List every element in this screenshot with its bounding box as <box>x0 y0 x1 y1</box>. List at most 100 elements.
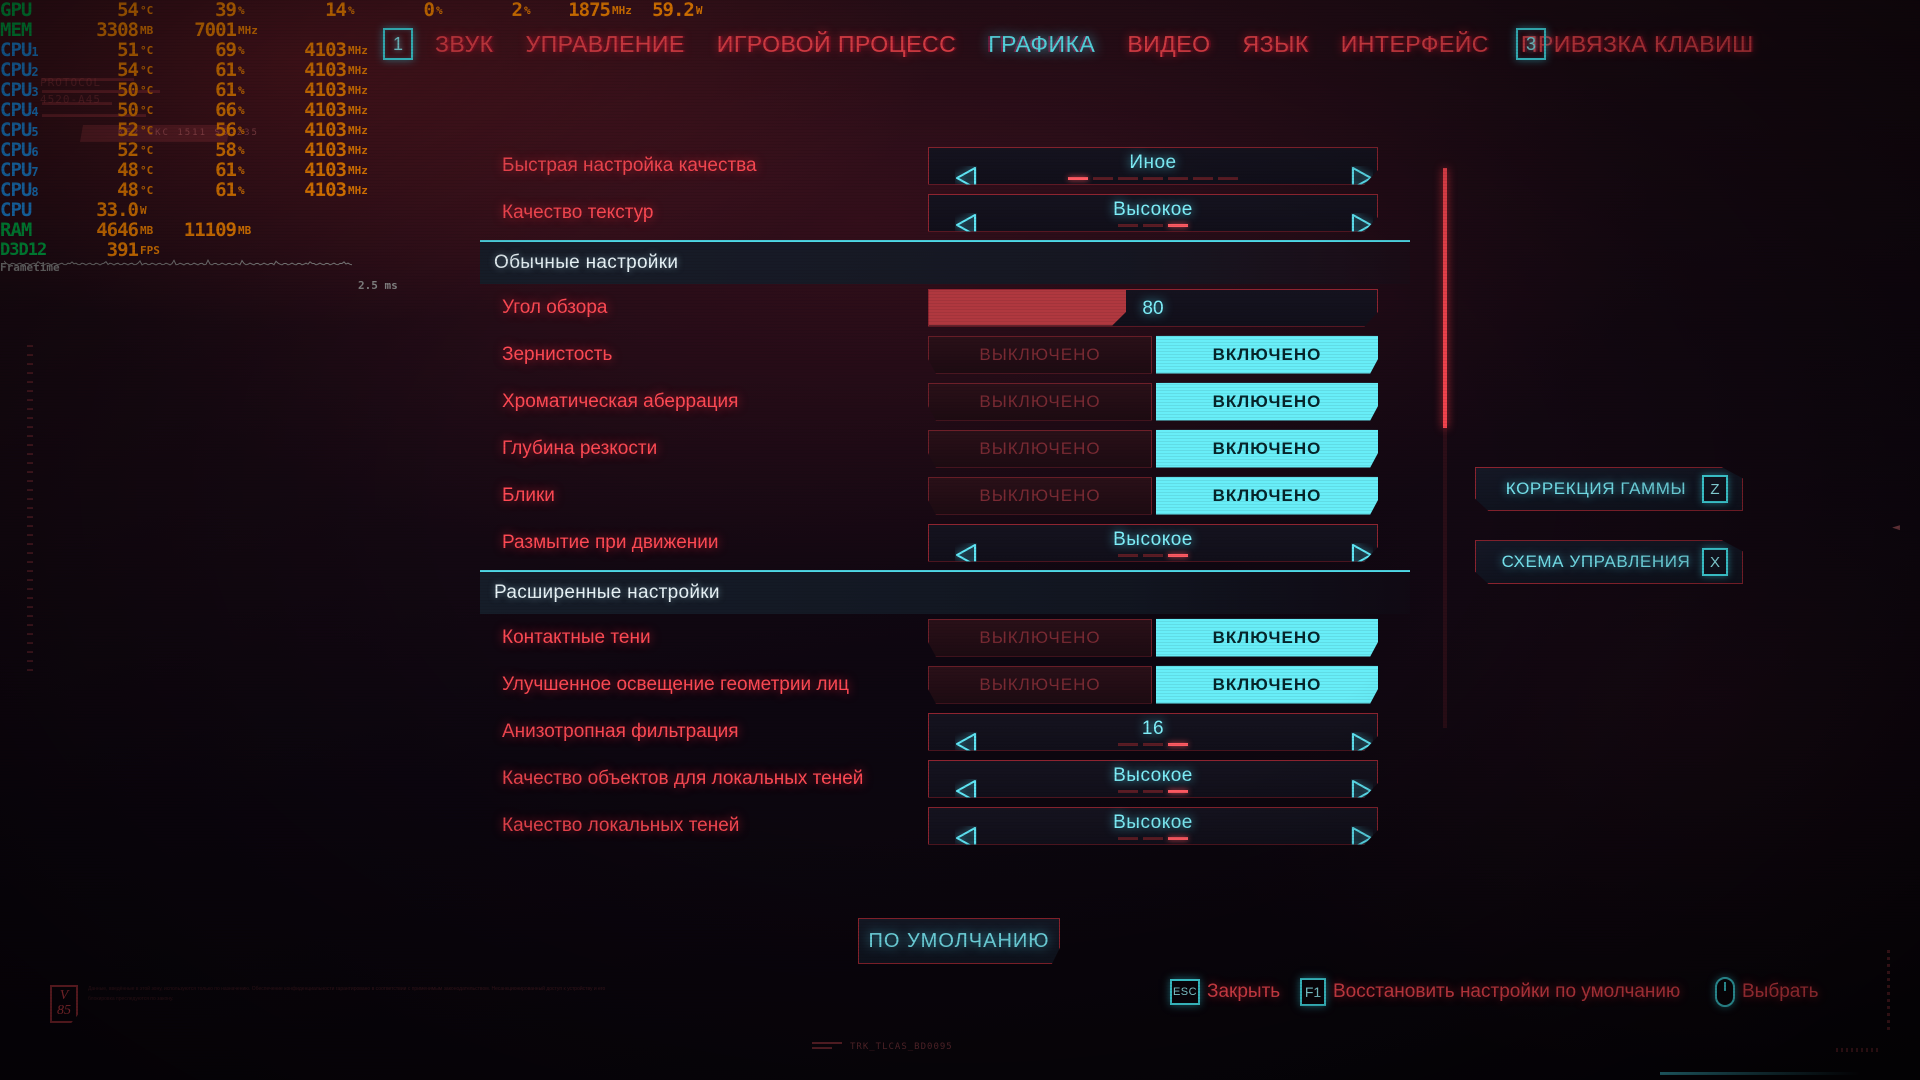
overlay-unit: MHz <box>612 3 632 17</box>
setting-control[interactable]: ВЫКЛЮЧЕНО ВКЛЮЧЕНО <box>928 335 1378 374</box>
nav-tab-5[interactable]: ЯЗЫК <box>1243 31 1309 58</box>
footer-hint-1[interactable]: F1 Восстановить настройки по умолчанию <box>1300 978 1680 1006</box>
overlay-unit: % <box>348 3 355 17</box>
overlay-row: CPU7 48 °C 61% 4103 MHz <box>0 160 720 180</box>
overlay-row-label: CPU1 <box>0 38 39 61</box>
setting-control[interactable]: ВЫКЛЮЧЕНО ВКЛЮЧЕНО <box>928 382 1378 421</box>
overlay-value: 33.0 <box>96 198 139 221</box>
overlay-unit: W <box>695 3 703 17</box>
toggle-option-on[interactable]: ВКЛЮЧЕНО <box>1156 665 1378 704</box>
toggle-option-on[interactable]: ВКЛЮЧЕНО <box>1156 618 1378 657</box>
nav-tab-4[interactable]: ВИДЕО <box>1127 31 1210 58</box>
overlay-value: 4103 <box>304 138 347 161</box>
spinner-segment <box>1093 176 1113 180</box>
setting-control[interactable]: ВЫКЛЮЧЕНО ВКЛЮЧЕНО <box>928 618 1378 657</box>
overlay-unit: MB <box>238 223 252 237</box>
side-button-0[interactable]: КОРРЕКЦИЯ ГАММЫ Z <box>1475 467 1743 511</box>
overlay-row-label: CPU2 <box>0 58 39 81</box>
toggle-control[interactable]: ВЫКЛЮЧЕНО ВКЛЮЧЕНО <box>928 665 1378 704</box>
setting-row[interactable]: Глубина резкости ВЫКЛЮЧЕНО ВКЛЮЧЕНО <box>480 425 1410 472</box>
setting-label: Зернистость <box>502 343 613 365</box>
overlay-value: 66 <box>215 98 237 121</box>
footer-hint-0[interactable]: ESC Закрыть <box>1170 979 1280 1005</box>
overlay-row: CPU4 50 °C 66% 4103 MHz <box>0 100 720 120</box>
toggle-option-off[interactable]: ВЫКЛЮЧЕНО <box>928 618 1152 657</box>
spinner-control[interactable]: 16 <box>928 712 1378 751</box>
overlay-unit: MHz <box>348 163 368 177</box>
setting-row[interactable]: Блики ВЫКЛЮЧЕНО ВКЛЮЧЕНО <box>480 472 1410 519</box>
setting-control[interactable]: ВЫКЛЮЧЕНО ВКЛЮЧЕНО <box>928 665 1378 704</box>
overlay-unit: MHz <box>348 43 368 57</box>
toggle-control[interactable]: ВЫКЛЮЧЕНО ВКЛЮЧЕНО <box>928 476 1378 515</box>
nav-next-key[interactable]: 3 <box>1516 28 1546 60</box>
setting-control[interactable]: 80 <box>928 288 1378 327</box>
toggle-option-off[interactable]: ВЫКЛЮЧЕНО <box>928 476 1152 515</box>
toggle-option-off[interactable]: ВЫКЛЮЧЕНО <box>928 382 1152 421</box>
spinner-control[interactable]: Высокое <box>928 193 1378 232</box>
toggle-option-on[interactable]: ВКЛЮЧЕНО <box>1156 429 1378 468</box>
decor-corner-tick <box>1836 1048 1878 1052</box>
setting-control[interactable]: Высокое <box>928 759 1378 798</box>
setting-control[interactable]: Высокое <box>928 193 1378 232</box>
toggle-option-off[interactable]: ВЫКЛЮЧЕНО <box>928 429 1152 468</box>
toggle-option-on[interactable]: ВКЛЮЧЕНО <box>1156 476 1378 515</box>
overlay-value: 52 <box>117 118 139 141</box>
toggle-control[interactable]: ВЫКЛЮЧЕНО ВКЛЮЧЕНО <box>928 335 1378 374</box>
spinner-control[interactable]: Иное <box>928 146 1378 185</box>
setting-control[interactable]: ВЫКЛЮЧЕНО ВКЛЮЧЕНО <box>928 476 1378 515</box>
overlay-row-label: MEM <box>0 18 32 41</box>
overlay-value: 39 <box>215 0 237 21</box>
nav-tab-3[interactable]: ГРАФИКА <box>988 31 1095 58</box>
scrollbar-thumb[interactable] <box>1443 168 1447 428</box>
setting-control[interactable]: ВЫКЛЮЧЕНО ВКЛЮЧЕНО <box>928 429 1378 468</box>
spinner-control[interactable]: Высокое <box>928 759 1378 798</box>
spinner-value: 16 <box>1141 717 1165 739</box>
slider-value: 80 <box>1142 297 1164 319</box>
setting-control[interactable]: Иное <box>928 146 1378 185</box>
nav-tab-2[interactable]: ИГРОВОЙ ПРОЦЕСС <box>717 31 956 58</box>
setting-row[interactable]: Хроматическая аберрация ВЫКЛЮЧЕНО ВКЛЮЧЕНО <box>480 378 1410 425</box>
footer-hint-2[interactable]: Выбрать <box>1715 977 1819 1007</box>
overlay-frametime-value: 2.5 ms <box>358 279 398 292</box>
toggle-control[interactable]: ВЫКЛЮЧЕНО ВКЛЮЧЕНО <box>928 429 1378 468</box>
toggle-option-off[interactable]: ВЫКЛЮЧЕНО <box>928 335 1152 374</box>
setting-row[interactable]: Улучшенное освещение геометрии лиц ВЫКЛЮЧ… <box>480 661 1410 708</box>
setting-row[interactable]: Анизотропная фильтрация 16 <box>480 708 1410 755</box>
side-button-label: СХЕМА УПРАВЛЕНИЯ <box>1501 552 1691 571</box>
setting-control[interactable]: Высокое <box>928 806 1378 845</box>
mouse-icon <box>1715 977 1735 1007</box>
toggle-option-on[interactable]: ВКЛЮЧЕНО <box>1156 335 1378 374</box>
setting-label: Анизотропная фильтрация <box>502 720 739 742</box>
setting-row[interactable]: Зернистость ВЫКЛЮЧЕНО ВКЛЮЧЕНО <box>480 331 1410 378</box>
reset-defaults-button[interactable]: ПО УМОЛЧАНИЮ <box>858 918 1060 964</box>
setting-label: Улучшенное освещение геометрии лиц <box>502 673 849 695</box>
setting-control[interactable]: 16 <box>928 712 1378 751</box>
overlay-row: CPU 33.0 W <box>0 200 720 220</box>
spinner-control[interactable]: Высокое <box>928 806 1378 845</box>
toggle-option-off[interactable]: ВЫКЛЮЧЕНО <box>928 665 1152 704</box>
setting-row[interactable]: Качество локальных теней Высокое <box>480 802 1410 849</box>
slider-control[interactable]: 80 <box>928 288 1378 327</box>
settings-scrollbar[interactable] <box>1443 168 1447 728</box>
setting-row[interactable]: Качество объектов для локальных теней Выс… <box>480 755 1410 802</box>
side-button-1[interactable]: СХЕМА УПРАВЛЕНИЯ X <box>1475 540 1743 584</box>
overlay-unit: MHz <box>348 103 368 117</box>
toggle-control[interactable]: ВЫКЛЮЧЕНО ВКЛЮЧЕНО <box>928 618 1378 657</box>
spinner-segment <box>1118 836 1138 840</box>
nav-tab-6[interactable]: ИНТЕРФЕЙС <box>1341 31 1489 58</box>
overlay-unit: °C <box>140 43 154 57</box>
spinner-value: Иное <box>1129 151 1177 173</box>
setting-row[interactable]: Угол обзора 80 <box>480 284 1410 331</box>
spinner-value: Высокое <box>1113 811 1193 833</box>
toggle-option-on[interactable]: ВКЛЮЧЕНО <box>1156 382 1378 421</box>
toggle-control[interactable]: ВЫКЛЮЧЕНО ВКЛЮЧЕНО <box>928 382 1378 421</box>
setting-label: Блики <box>502 484 555 506</box>
spinner-control[interactable]: Высокое <box>928 523 1378 562</box>
setting-control[interactable]: Высокое <box>928 523 1378 562</box>
setting-row[interactable]: Контактные тени ВЫКЛЮЧЕНО ВКЛЮЧЕНО <box>480 614 1410 661</box>
overlay-unit: MHz <box>238 23 258 37</box>
overlay-value: 7001 <box>194 18 237 41</box>
setting-row[interactable]: Размытие при движении Высокое <box>480 519 1410 566</box>
side-button-key: X <box>1702 548 1728 576</box>
nav-tab-7[interactable]: ПРИВЯЗКА КЛАВИШ <box>1521 31 1754 58</box>
